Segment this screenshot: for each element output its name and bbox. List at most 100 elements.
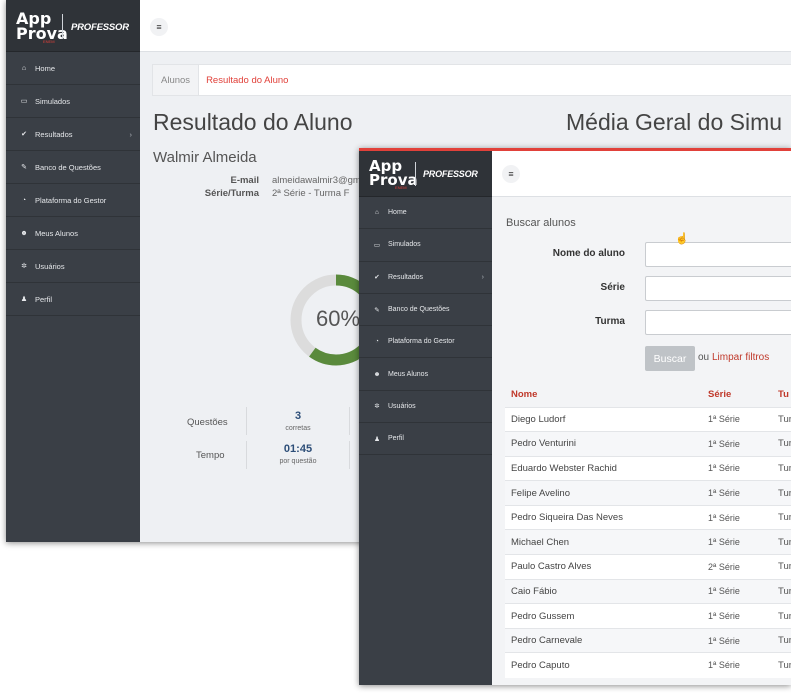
clear-filters-link[interactable]: Limpar filtros — [712, 352, 769, 363]
cell-name: Pedro Venturini — [505, 431, 702, 457]
cell-serie: 1ª Série — [702, 578, 772, 604]
score-percent: 60% — [316, 306, 360, 331]
cell-turma: Tur — [772, 455, 791, 481]
cell-serie: 1ª Série — [702, 529, 772, 555]
users-icon: ☻ — [20, 229, 28, 237]
sidebar-item-banco-de-quest-es[interactable]: ✎ Banco de Questões — [359, 294, 492, 327]
sidebar-item-meus-alunos[interactable]: ☻ Meus Alunos — [6, 217, 140, 250]
cell-turma: Tur — [772, 627, 791, 653]
logo-subtitle: ENEM — [43, 39, 55, 44]
sidebar-item-perfil[interactable]: ♟ Perfil — [6, 283, 140, 316]
cell-name: Pedro Carnevale — [505, 627, 702, 653]
grade-input[interactable] — [645, 276, 791, 301]
stat-sub-tempo: por questão — [279, 458, 317, 465]
chevron-right-icon: › — [481, 273, 484, 281]
sidebar-item-plataforma-do-gestor[interactable]: ◔ Plataforma do Gestor — [359, 326, 492, 359]
cell-serie: 1ª Série — [702, 627, 772, 653]
sidebar-item-resultados[interactable]: ✔ Resultados › — [359, 262, 492, 294]
cell-serie: 1ª Série — [702, 455, 772, 481]
table-row[interactable]: Eduardo Webster Rachid 1ª Série Tur — [505, 455, 791, 481]
sidebar-item-label: Resultados — [388, 273, 424, 281]
gear-icon: ✲ — [21, 263, 27, 270]
user-icon: ♟ — [374, 435, 380, 443]
sidebar-item-label: Plataforma do Gestor — [35, 195, 107, 205]
sidebar-item-label: Usuários — [35, 261, 65, 271]
breadcrumb-current: Resultado do Aluno — [206, 74, 289, 86]
sidebar-item-label: Perfil — [388, 435, 404, 443]
sidebar: App Prova ENEM PROFESSOR ⌂ Home ▭ Simulados ✔… — [359, 151, 492, 685]
cell-turma: Tur — [772, 406, 791, 432]
table-row[interactable]: Caio Fábio 1ª Série Tur — [505, 578, 791, 604]
sidebar-item-plataforma-do-gestor[interactable]: ◔ Plataforma do Gestor — [6, 184, 140, 217]
stat-value-tempo: 01:45 — [283, 443, 313, 455]
student-name-input[interactable] — [645, 242, 791, 267]
cell-name: Eduardo Webster Rachid — [505, 455, 702, 481]
cell-turma: Tur — [772, 652, 791, 678]
column-header-nome[interactable]: Nome — [505, 383, 702, 407]
stat-label-tempo: Tempo — [196, 450, 225, 461]
class-input[interactable] — [645, 310, 791, 335]
sidebar-item-label: Meus Alunos — [35, 228, 78, 238]
secondary-title: Média Geral do Simu — [566, 109, 783, 135]
sidebar-item-label: Usuários — [388, 402, 416, 410]
sidebar-item-label: Simulados — [388, 241, 421, 249]
table-row[interactable]: Pedro Venturini 1ª Série Tur — [505, 431, 791, 457]
user-icon: ♟ — [20, 296, 28, 303]
cell-name: Paulo Castro Alves — [505, 554, 702, 580]
breadcrumb-alunos[interactable]: Alunos — [153, 65, 200, 95]
brand-header: App Prova ENEM PROFESSOR — [6, 0, 140, 52]
column-header-serie[interactable]: Série — [702, 383, 772, 407]
search-button[interactable]: Buscar — [645, 346, 695, 371]
sidebar-item-home[interactable]: ⌂ Home — [6, 52, 140, 85]
sidebar-item-usu-rios[interactable]: ✲ Usuários — [359, 391, 492, 424]
check-icon: ✔ — [374, 274, 380, 282]
sidebar-item-resultados[interactable]: ✔ Resultados › — [6, 118, 140, 151]
cell-turma: Tur — [772, 554, 791, 580]
breadcrumb: Alunos Resultado do Aluno — [152, 64, 791, 96]
sidebar-menu: ⌂ Home ▭ Simulados ✔ Resultados › ✎ Banco de Que… — [6, 52, 140, 316]
table-row[interactable]: Pedro Siqueira Das Neves 1ª Série Tur — [505, 504, 791, 530]
sidebar-item-usu-rios[interactable]: ✲ Usuários — [6, 250, 140, 283]
page-title: Resultado do Aluno — [153, 109, 353, 135]
stat-label-questoes: Questões — [187, 417, 228, 428]
cell-turma: Tur — [772, 603, 791, 629]
sidebar-item-perfil[interactable]: ♟ Perfil — [359, 423, 492, 456]
sidebar-item-banco-de-quest-es[interactable]: ✎ Banco de Questões — [6, 151, 140, 184]
table-row[interactable]: Pedro Caputo 1ª Série Tur — [505, 652, 791, 678]
column-header-turma[interactable]: Tu — [772, 383, 791, 407]
stat-sub-questoes: corretas — [285, 425, 311, 432]
table-row[interactable]: Felipe Avelino 1ª Série Tur — [505, 480, 791, 506]
hamburger-menu-icon[interactable]: ≡ — [502, 165, 520, 183]
sidebar-item-home[interactable]: ⌂ Home — [359, 197, 492, 230]
check-icon: ✔ — [21, 131, 27, 138]
table-row[interactable]: Diego Ludorf 1ª Série Tur — [505, 406, 791, 432]
cell-name: Michael Chen — [505, 529, 702, 555]
laptop-icon: ▭ — [20, 98, 28, 105]
table-row[interactable]: Pedro Carnevale 1ª Série Tur — [505, 627, 791, 653]
sidebar-item-simulados[interactable]: ▭ Simulados — [359, 229, 492, 262]
cell-turma: Tur — [772, 578, 791, 604]
brand-separator — [415, 162, 416, 186]
table-row[interactable]: Pedro Gussem 1ª Série Tur — [505, 603, 791, 629]
cell-serie: 1ª Série — [702, 406, 772, 432]
sidebar-item-meus-alunos[interactable]: ☻ Meus Alunos — [359, 358, 492, 391]
students-window: App Prova ENEM PROFESSOR ⌂ Home ▭ Simulados ✔… — [359, 148, 791, 685]
hamburger-menu-icon[interactable]: ≡ — [150, 18, 168, 36]
students-table: Nome Série Tu Diego Ludorf 1ª Série Tur Ped… — [505, 383, 791, 678]
sidebar-item-simulados[interactable]: ▭ Simulados — [6, 85, 140, 118]
cell-serie: 1ª Série — [702, 603, 772, 629]
brand-separator — [62, 14, 63, 39]
cell-name: Pedro Caputo — [505, 652, 702, 678]
table-row[interactable]: Michael Chen 1ª Série Tur — [505, 529, 791, 555]
table-header-row: Nome Série Tu — [505, 383, 791, 407]
table-row[interactable]: Paulo Castro Alves 2ª Série Tur — [505, 554, 791, 580]
stat-divider — [349, 441, 350, 469]
top-bar: ≡ — [492, 151, 791, 197]
field-label-serie: Série — [600, 282, 625, 293]
email-label: E-mail — [230, 175, 259, 186]
sidebar-item-label: Home — [388, 209, 407, 217]
edit-icon: ✎ — [21, 164, 27, 171]
cell-serie: 1ª Série — [702, 504, 772, 530]
cell-turma: Tur — [772, 431, 791, 457]
cell-name: Caio Fábio — [505, 578, 702, 604]
